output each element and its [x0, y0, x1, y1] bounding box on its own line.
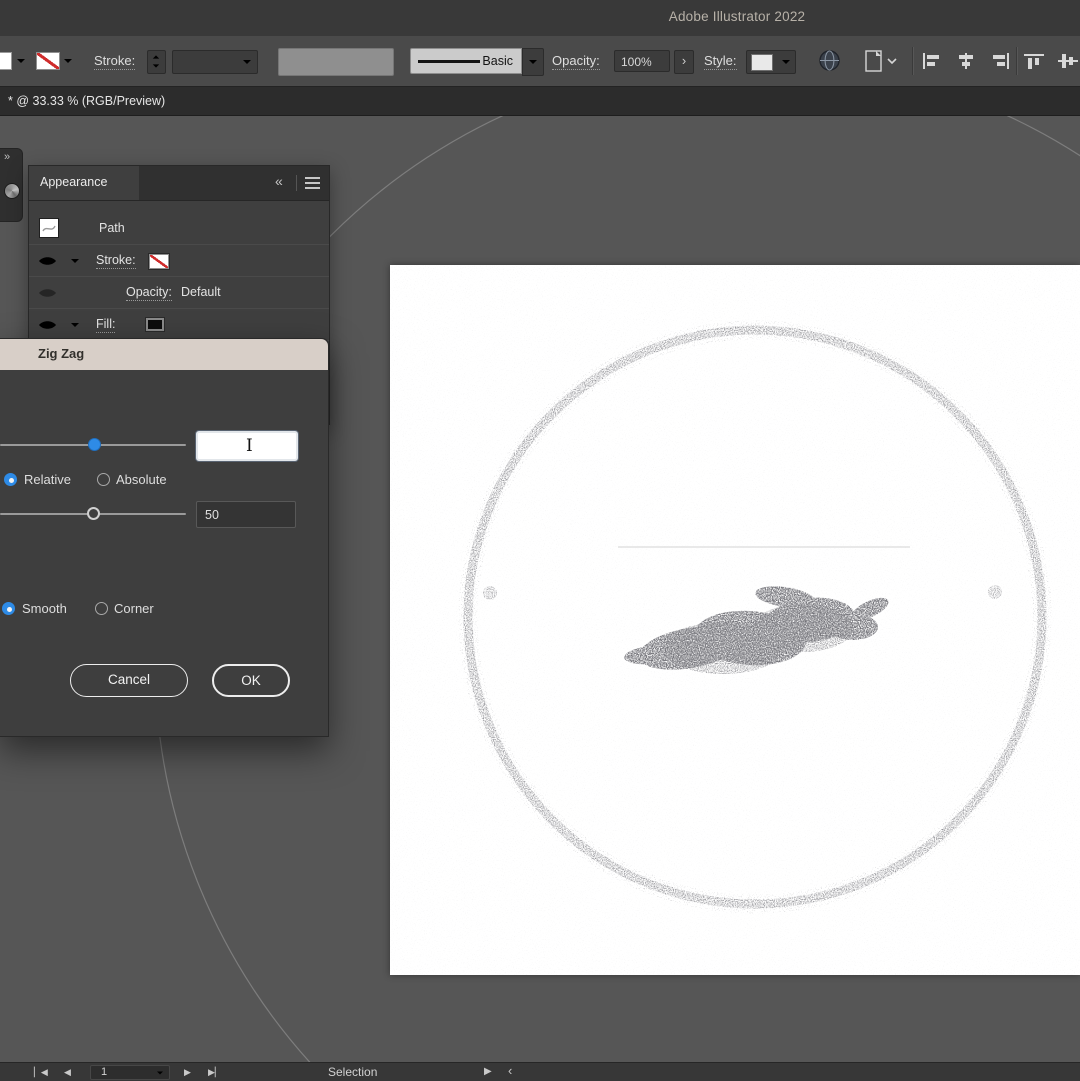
current-tool-label: Selection: [328, 1065, 378, 1079]
chevron-down-icon: [782, 60, 790, 64]
appearance-row-stroke[interactable]: Stroke:: [29, 245, 329, 277]
chevron-down-icon[interactable]: [70, 258, 80, 264]
align-horizontal-center-icon[interactable]: [956, 53, 976, 69]
artboard-number-value: 1: [101, 1066, 108, 1078]
ok-button[interactable]: OK: [212, 664, 290, 697]
opacity-value-field[interactable]: 100%: [614, 50, 670, 72]
status-back-icon[interactable]: ‹: [508, 1062, 512, 1080]
align-horizontal-left-icon[interactable]: [922, 53, 942, 69]
stroke-weight-dropdown[interactable]: [172, 50, 258, 74]
chevron-down-icon: [243, 60, 251, 64]
ridges-slider-knob[interactable]: [87, 507, 100, 520]
corner-radio-label[interactable]: Corner: [114, 601, 154, 616]
absolute-radio[interactable]: [97, 473, 110, 486]
chevron-down-icon[interactable]: [16, 58, 26, 64]
ridges-input-field[interactable]: [196, 501, 296, 528]
chevron-down-icon: [157, 1071, 163, 1075]
color-guide-panel-icon[interactable]: [4, 183, 20, 199]
previous-artboard-icon[interactable]: ◀: [64, 1063, 71, 1081]
title-bar: Adobe Illustrator 2022: [0, 0, 1080, 37]
next-artboard-icon[interactable]: ▶: [184, 1063, 191, 1081]
window-title: Adobe Illustrator 2022: [668, 9, 806, 24]
style-swatch: [751, 54, 773, 71]
zigzag-dialog: Zig Zag I Relative Absolute Smooth Corne…: [0, 338, 329, 737]
toolbar-divider: [912, 47, 913, 75]
artboard[interactable]: [390, 265, 1080, 975]
graphic-style-dropdown[interactable]: [746, 50, 796, 74]
relative-radio-label[interactable]: Relative: [24, 472, 71, 487]
align-vertical-top-icon[interactable]: [1024, 53, 1044, 69]
expand-panels-icon[interactable]: »: [4, 151, 10, 163]
artboard-number-dropdown[interactable]: 1: [90, 1065, 170, 1080]
toolbar-divider: [1016, 47, 1017, 75]
opacity-value: 100%: [621, 55, 652, 69]
brush-dropdown-button[interactable]: [522, 48, 544, 76]
absolute-radio-label[interactable]: Absolute: [116, 472, 167, 487]
zigzag-dialog-title: Zig Zag: [38, 346, 85, 361]
text-cursor-ibeam-icon: I: [246, 436, 253, 456]
fill-row-label[interactable]: Fill:: [96, 317, 116, 333]
align-vertical-center-icon[interactable]: [1058, 53, 1078, 69]
right-arrow-icon: ›: [681, 53, 687, 68]
visibility-eye-icon[interactable]: [38, 255, 57, 267]
smooth-radio-label[interactable]: Smooth: [22, 601, 67, 616]
cancel-button-label: Cancel: [107, 672, 151, 687]
path-thumbnail: [39, 218, 59, 238]
publish-globe-icon[interactable]: [818, 49, 841, 72]
brush-definition-dropdown[interactable]: Basic: [410, 48, 522, 74]
stroke-weight-stepper[interactable]: [147, 50, 166, 74]
align-horizontal-right-icon[interactable]: [990, 53, 1010, 69]
size-input[interactable]: I: [196, 431, 298, 461]
opacity-link[interactable]: Opacity:: [552, 53, 600, 70]
collapsed-panel-dock[interactable]: »: [0, 148, 23, 222]
panel-menu-icon[interactable]: [305, 177, 320, 189]
visibility-eye-icon[interactable]: [38, 287, 57, 299]
relative-radio[interactable]: [4, 473, 17, 486]
stepper-down-icon[interactable]: [152, 64, 160, 69]
path-row-label: Path: [99, 221, 125, 235]
stroke-color-swatch[interactable]: [149, 254, 169, 269]
document-tab-bar: * @ 33.33 % (RGB/Preview): [0, 87, 1080, 116]
zigzag-dialog-header[interactable]: Zig Zag: [0, 339, 328, 370]
corner-radio[interactable]: [95, 602, 108, 615]
brush-stroke-preview: [418, 60, 480, 63]
chevron-down-icon: [529, 60, 537, 64]
variable-width-profile-dropdown[interactable]: [278, 48, 394, 76]
chevron-down-icon[interactable]: [63, 58, 73, 64]
appearance-tab[interactable]: Appearance: [29, 166, 139, 200]
collapse-panel-icon[interactable]: «: [275, 173, 283, 189]
brush-name: Basic: [482, 54, 513, 68]
visibility-eye-icon[interactable]: [38, 319, 57, 331]
document-tab-label[interactable]: * @ 33.33 % (RGB/Preview): [8, 87, 165, 115]
size-slider-knob[interactable]: [88, 438, 101, 451]
cancel-button[interactable]: Cancel: [70, 664, 188, 697]
illustrator-window: { "window": { "title": "Adobe Illustrato…: [0, 0, 1080, 1081]
stroke-row-label[interactable]: Stroke:: [96, 253, 136, 269]
opacity-expand-button[interactable]: ›: [674, 50, 694, 74]
first-artboard-icon[interactable]: ▏◀: [34, 1063, 48, 1081]
appearance-row-path[interactable]: Path: [29, 213, 329, 245]
appearance-panel-header: Appearance «: [29, 166, 329, 201]
appearance-row-opacity[interactable]: Opacity: Default: [29, 277, 329, 309]
opacity-row-value: Default: [181, 285, 221, 299]
style-link[interactable]: Style:: [704, 53, 737, 70]
panel-header-divider: [296, 175, 297, 191]
appearance-tab-label: Appearance: [40, 175, 108, 189]
control-bar: Stroke: Basic Opacity: 100% › Style:: [0, 36, 1080, 87]
status-expand-icon[interactable]: ▶: [484, 1063, 492, 1081]
ok-button-label: OK: [241, 673, 261, 688]
artwork-stipple-drawing: [390, 265, 1080, 975]
status-bar: ▏◀ ◀ 1 ▶ ▶▏ Selection ▶ ‹: [0, 1062, 1080, 1081]
stepper-up-icon[interactable]: [152, 55, 160, 60]
opacity-row-label[interactable]: Opacity:: [126, 285, 172, 301]
chevron-down-icon[interactable]: [70, 322, 80, 328]
appearance-row-fill[interactable]: Fill:: [29, 309, 329, 341]
stroke-weight-link[interactable]: Stroke:: [94, 53, 136, 70]
smooth-radio[interactable]: [2, 602, 15, 615]
fill-color-swatch[interactable]: [146, 318, 164, 331]
stroke-none-swatch[interactable]: [36, 52, 60, 70]
fill-color-swatch[interactable]: [0, 52, 12, 70]
last-artboard-icon[interactable]: ▶▏: [208, 1063, 222, 1081]
document-setup-icon[interactable]: [864, 49, 900, 74]
